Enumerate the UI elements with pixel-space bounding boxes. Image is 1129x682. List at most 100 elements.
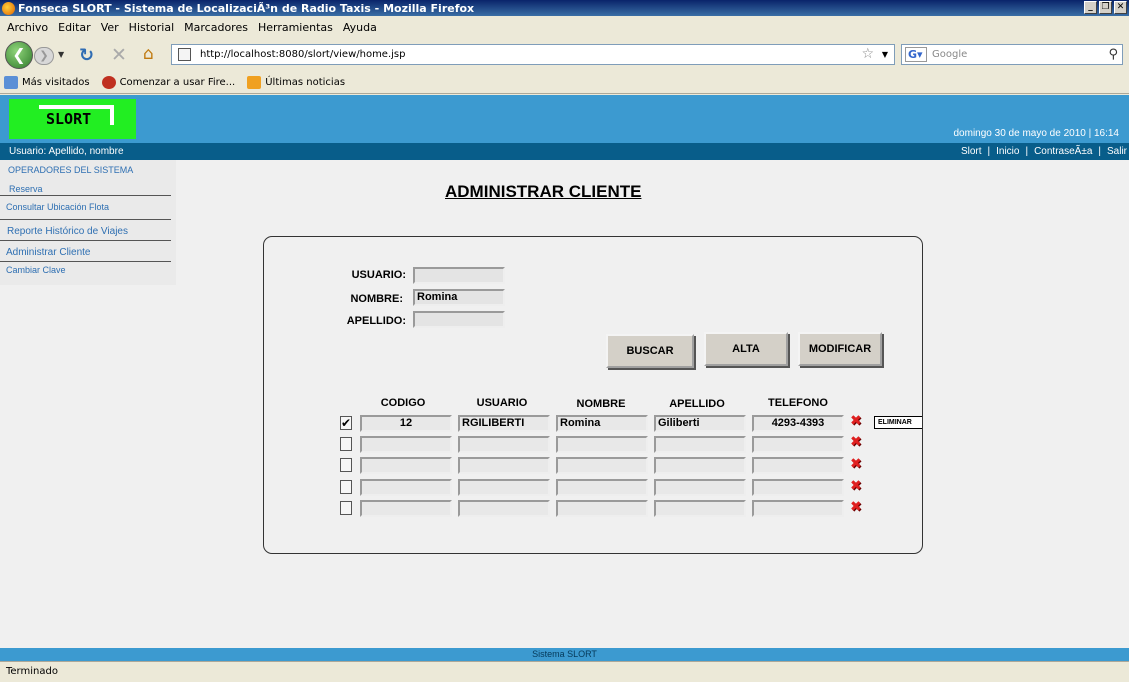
user-bar: Usuario: Apellido, nombre Slort | Inicio… <box>0 143 1129 160</box>
cell-codigo[interactable] <box>360 479 452 496</box>
cell-nombre[interactable] <box>556 436 648 453</box>
column-header-nombre: NOMBRE <box>576 398 626 410</box>
cell-codigo[interactable] <box>360 436 452 453</box>
row-checkbox[interactable] <box>340 501 352 515</box>
client-form-panel: USUARIO: NOMBRE: Romina APELLIDO: BUSCAR… <box>263 236 923 554</box>
delete-x-icon[interactable]: ✖ <box>850 435 864 449</box>
row-checkbox[interactable] <box>340 480 352 494</box>
history-dropdown-icon[interactable]: ▼ <box>58 50 64 59</box>
cell-usuario[interactable] <box>458 457 550 474</box>
link-slort[interactable]: Slort <box>961 143 982 160</box>
google-search-engine-icon[interactable]: G▾ <box>905 47 927 62</box>
bookmark-folder-icon <box>4 76 18 89</box>
cell-apellido[interactable] <box>654 436 746 453</box>
firefox-icon <box>2 1 15 15</box>
separator: | <box>1025 146 1029 157</box>
home-icon[interactable]: ⌂ <box>143 44 154 64</box>
cell-codigo[interactable]: 12 <box>360 415 452 432</box>
sidebar-item-administrar-cliente[interactable]: Administrar Cliente <box>6 247 90 258</box>
menu-bar: Archivo Editar Ver Historial Marcadores … <box>0 16 1129 38</box>
cell-nombre[interactable]: Romina <box>556 415 648 432</box>
cell-usuario[interactable] <box>458 479 550 496</box>
url-bar[interactable]: http://localhost:8080/slort/view/home.js… <box>171 44 895 65</box>
stop-icon[interactable]: ✕ <box>111 44 127 66</box>
delete-x-icon[interactable]: ✖ <box>850 414 864 428</box>
cell-usuario[interactable] <box>458 436 550 453</box>
menu-archivo[interactable]: Archivo <box>7 21 48 34</box>
restore-icon[interactable]: ❐ <box>1099 1 1112 14</box>
sidebar-item-cambiar-clave[interactable]: Cambiar Clave <box>6 265 66 275</box>
menu-marcadores[interactable]: Marcadores <box>184 21 248 34</box>
cell-codigo[interactable] <box>360 500 452 517</box>
cell-apellido[interactable]: Giliberti <box>654 415 746 432</box>
cell-usuario[interactable]: RGILIBERTI <box>458 415 550 432</box>
link-contrasena[interactable]: ContraseÃ±a <box>1034 143 1092 160</box>
cell-apellido[interactable] <box>654 479 746 496</box>
bookmark-ultimas-noticias[interactable]: Últimas noticias <box>247 76 345 89</box>
cell-telefono[interactable] <box>752 436 844 453</box>
bookmarks-toolbar: Más visitados Comenzar a usar Fire... Úl… <box>0 72 1129 94</box>
bookmark-mas-visitados[interactable]: Más visitados <box>4 76 90 89</box>
row-checkbox[interactable] <box>340 458 352 472</box>
current-user: Usuario: Apellido, nombre <box>9 146 124 157</box>
close-icon[interactable]: ✕ <box>1114 1 1127 14</box>
cell-telefono[interactable]: 4293-4393 <box>752 415 844 432</box>
separator: | <box>1098 146 1101 157</box>
cell-telefono[interactable] <box>752 479 844 496</box>
cell-nombre[interactable] <box>556 479 648 496</box>
menu-editar[interactable]: Editar <box>58 21 91 34</box>
alta-button[interactable]: ALTA <box>704 332 788 366</box>
menu-herramientas[interactable]: Herramientas <box>258 21 333 34</box>
nombre-field[interactable]: Romina <box>413 289 505 306</box>
apellido-field[interactable] <box>413 311 505 328</box>
cell-nombre[interactable] <box>556 457 648 474</box>
site-header: SLORT domingo 30 de mayo de 2010 | 16:14 <box>0 95 1129 143</box>
url-dropdown-icon[interactable]: ▼ <box>882 45 888 64</box>
cell-apellido[interactable] <box>654 500 746 517</box>
sidebar-item-reserva[interactable]: Reserva <box>9 184 43 194</box>
sidebar-item-reporte-viajes[interactable]: Reporte Histórico de Viajes <box>7 226 128 237</box>
bookmark-star-icon[interactable]: ☆ <box>861 45 874 64</box>
column-header-usuario: USUARIO <box>476 397 528 409</box>
current-date: domingo 30 de mayo de 2010 | 16:14 <box>953 128 1120 139</box>
minimize-icon[interactable]: _ <box>1084 1 1097 14</box>
sidebar-item-consultar-flota[interactable]: Consultar Ubicación Flota <box>6 202 109 212</box>
slort-logo: SLORT <box>9 99 136 139</box>
nombre-label: NOMBRE: <box>350 293 403 305</box>
column-header-telefono: TELEFONO <box>768 397 828 409</box>
sidebar-heading-operadores: OPERADORES DEL SISTEMA <box>8 165 134 175</box>
sidebar-divider <box>0 219 171 220</box>
usuario-field[interactable] <box>413 267 505 284</box>
search-box[interactable]: G▾ Google ⚲ <box>901 44 1123 65</box>
cell-codigo[interactable] <box>360 457 452 474</box>
rss-feed-icon <box>247 76 262 89</box>
site-footer: Sistema SLORT <box>0 648 1129 661</box>
cell-apellido[interactable] <box>654 457 746 474</box>
search-icon[interactable]: ⚲ <box>1108 45 1118 64</box>
eliminar-button[interactable]: ELIMINAR <box>874 416 922 429</box>
menu-ayuda[interactable]: Ayuda <box>343 21 377 34</box>
menu-ver[interactable]: Ver <box>101 21 119 34</box>
cell-usuario[interactable] <box>458 500 550 517</box>
firefox-bookmark-icon <box>101 76 116 89</box>
reload-icon[interactable]: ↻ <box>79 45 94 66</box>
delete-x-icon[interactable]: ✖ <box>850 500 864 514</box>
modificar-button[interactable]: MODIFICAR <box>798 332 882 366</box>
back-arrow-icon[interactable]: ❮ <box>5 41 33 69</box>
cell-telefono[interactable] <box>752 457 844 474</box>
column-header-apellido: APELLIDO <box>669 398 725 410</box>
menu-historial[interactable]: Historial <box>129 21 174 34</box>
sidebar-divider <box>0 195 171 196</box>
bookmark-comenzar[interactable]: Comenzar a usar Fire... <box>101 76 235 89</box>
sidebar-menu: OPERADORES DEL SISTEMA Reserva Consultar… <box>0 160 176 285</box>
buscar-button[interactable]: BUSCAR <box>606 334 694 368</box>
link-salir[interactable]: Salir <box>1107 143 1127 160</box>
link-inicio[interactable]: Inicio <box>996 143 1019 160</box>
forward-arrow-icon[interactable]: ❯ <box>34 47 54 65</box>
row-checkbox[interactable] <box>340 437 352 451</box>
delete-x-icon[interactable]: ✖ <box>850 457 864 471</box>
cell-telefono[interactable] <box>752 500 844 517</box>
row-checkbox[interactable]: ✔ <box>340 416 352 430</box>
delete-x-icon[interactable]: ✖ <box>850 479 864 493</box>
cell-nombre[interactable] <box>556 500 648 517</box>
